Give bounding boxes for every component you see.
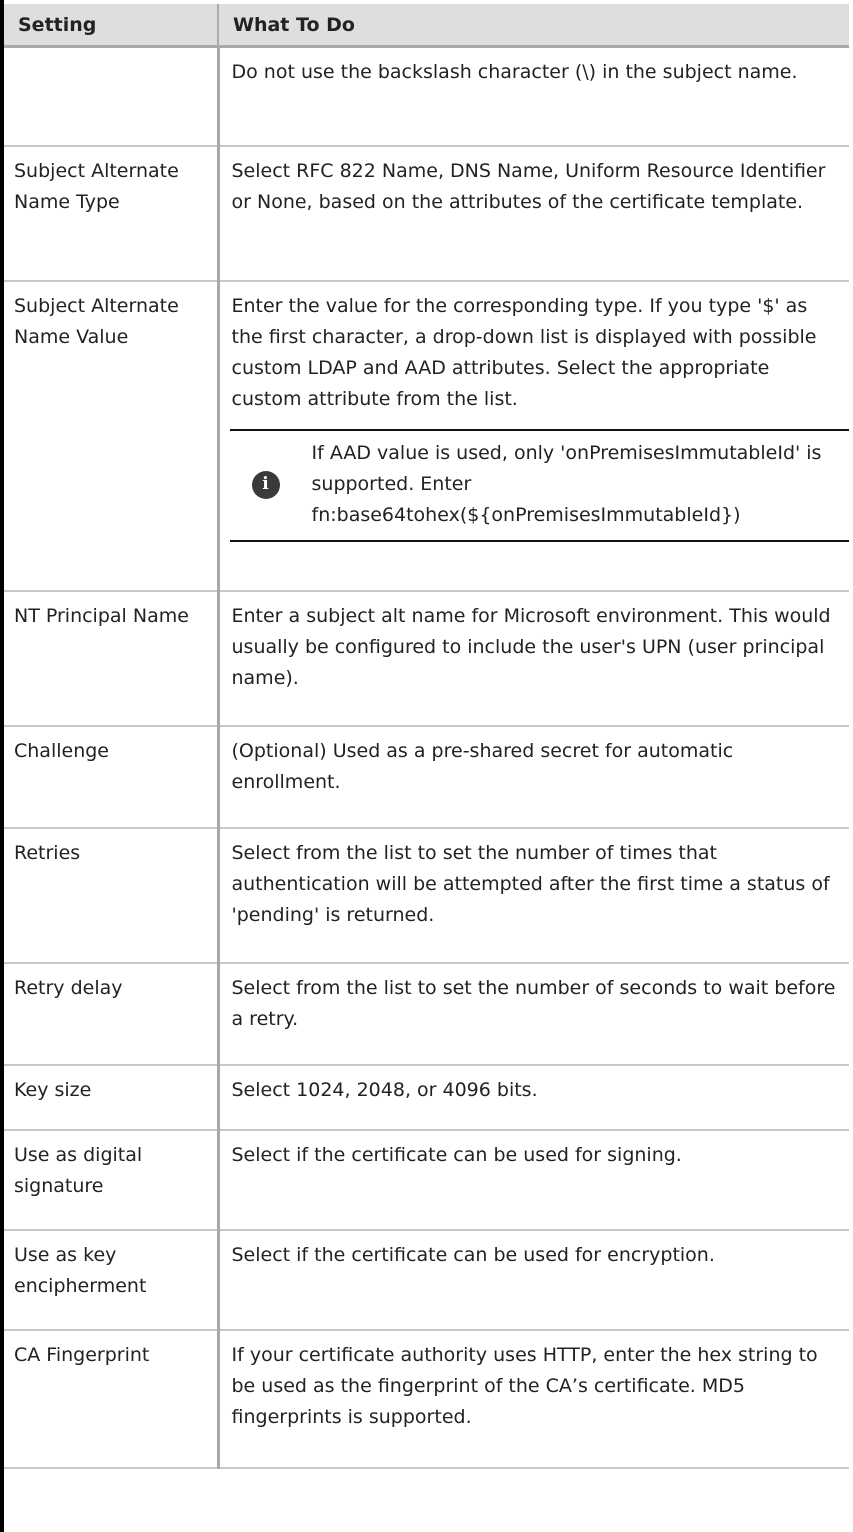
header-row: Setting What To Do [4,4,849,48]
table-row: CA Fingerprint If your certificate autho… [4,1329,849,1469]
setting-cell: Challenge [4,725,220,829]
setting-cell: Key size [4,1064,220,1131]
setting-cell: Use as digital signature [4,1129,220,1231]
table-row: Do not use the backslash character (\) i… [4,45,849,147]
todo-cell: Select from the list to set the number o… [218,962,849,1066]
setting-cell: CA Fingerprint [4,1329,220,1469]
table-row: Retry delay Select from the list to set … [4,962,849,1066]
info-icon: i [251,470,280,499]
setting-cell: Retries [4,827,220,964]
todo-cell: Enter the value for the corresponding ty… [218,280,849,592]
header-setting: Setting [4,4,219,48]
setting-cell: Subject Alternate Name Value [4,280,220,592]
table-row: Use as key encipherment Select if the ce… [4,1229,849,1331]
todo-cell: Enter a subject alt name for Microsoft e… [218,590,849,727]
settings-table: Setting What To Do Do not use the backsl… [4,4,849,1469]
todo-cell: (Optional) Used as a pre-shared secret f… [218,725,849,829]
todo-cell: If your certificate authority uses HTTP,… [218,1329,849,1469]
table-row: Use as digital signature Select if the c… [4,1129,849,1231]
todo-cell: Select from the list to set the number o… [218,827,849,964]
table-header: Setting What To Do [4,4,849,48]
setting-cell [4,45,220,147]
note-text: If AAD value is used, only 'onPremisesIm… [311,442,822,526]
document-page: Setting What To Do Do not use the backsl… [0,0,853,1532]
setting-cell: Retry delay [4,962,220,1066]
setting-cell: Use as key encipherment [4,1229,220,1331]
setting-cell: Subject Alternate Name Type [4,145,220,282]
note-box: i If AAD value is used, only 'onPremises… [229,429,849,542]
table-row: NT Principal Name Enter a subject alt na… [4,590,849,727]
todo-cell: Select RFC 822 Name, DNS Name, Uniform R… [218,145,849,282]
setting-cell: NT Principal Name [4,590,220,727]
todo-cell: Do not use the backslash character (\) i… [218,45,849,147]
todo-text: Enter the value for the corresponding ty… [231,295,817,410]
table-row: Subject Alternate Name Value Enter the v… [4,280,849,592]
todo-cell: Select if the certificate can be used fo… [218,1129,849,1231]
table-row: Retries Select from the list to set the … [4,827,849,964]
table-body: Do not use the backslash character (\) i… [4,45,849,1469]
table-row: Subject Alternate Name Type Select RFC 8… [4,145,849,282]
todo-cell: Select 1024, 2048, or 4096 bits. [218,1064,849,1131]
header-what-to-do: What To Do [218,4,849,48]
table-row: Key size Select 1024, 2048, or 4096 bits… [4,1064,849,1131]
table-row: Challenge (Optional) Used as a pre-share… [4,725,849,829]
todo-cell: Select if the certificate can be used fo… [218,1229,849,1331]
